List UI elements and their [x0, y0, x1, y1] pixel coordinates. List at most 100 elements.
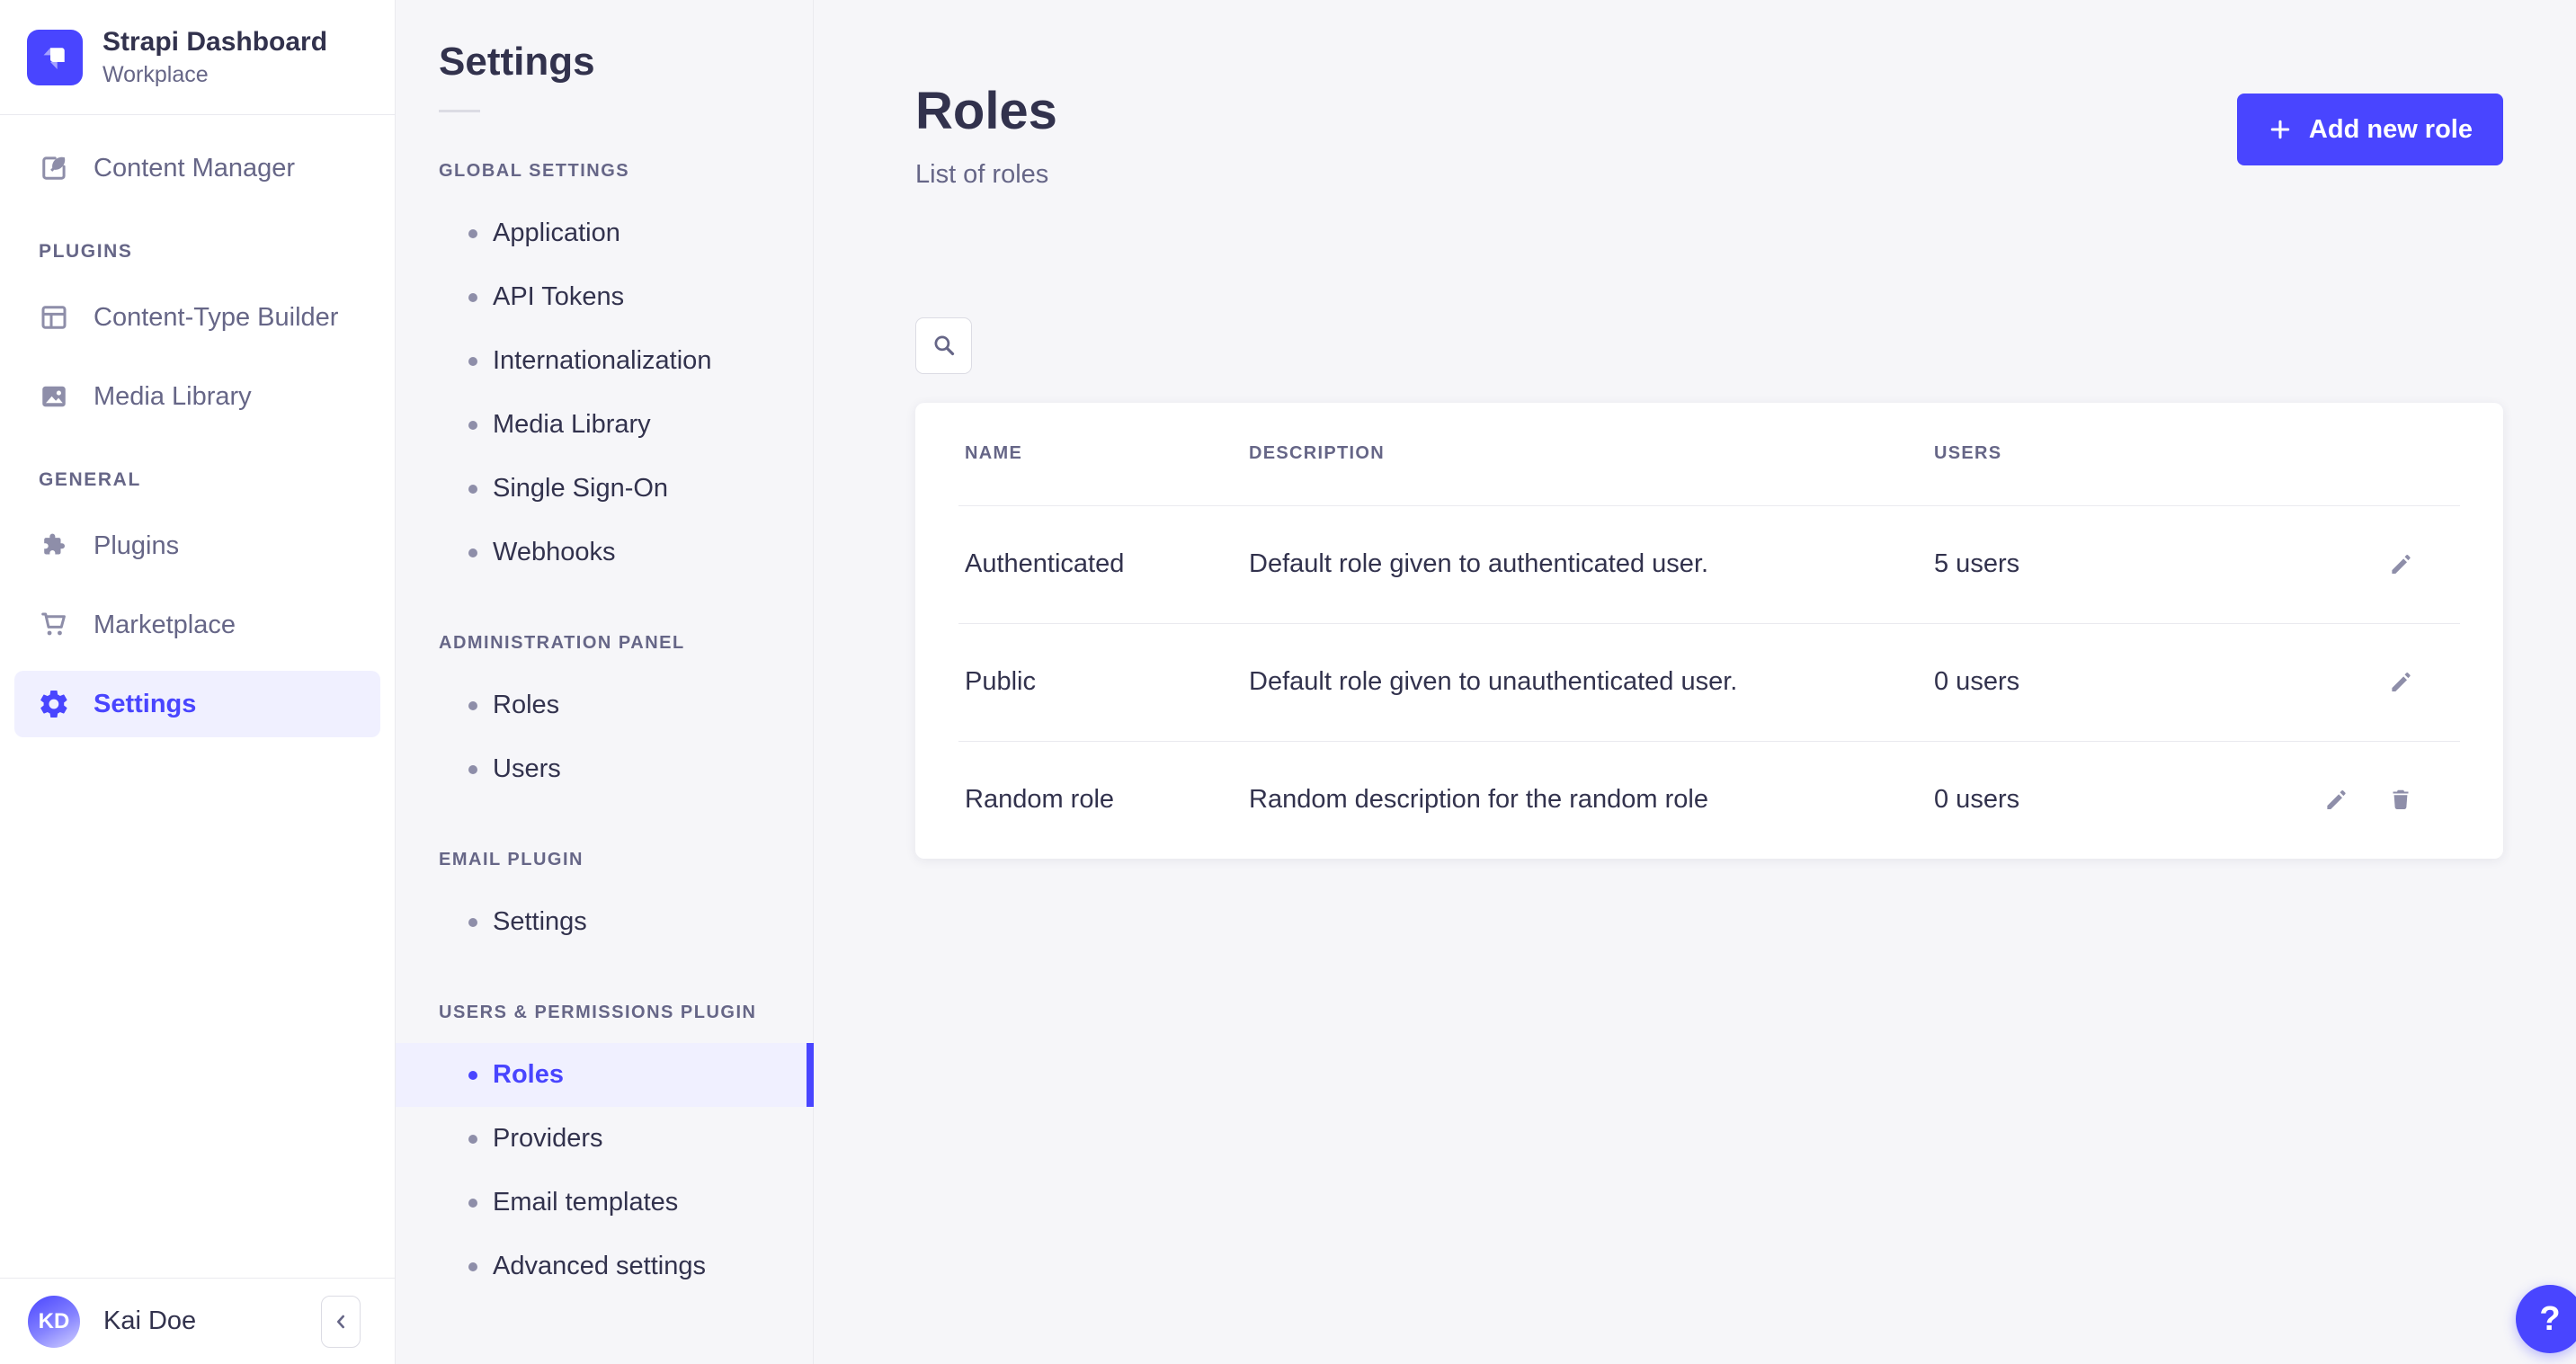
- feather-pen-icon: [38, 152, 70, 184]
- table-row-authenticated[interactable]: Authenticated Default role given to auth…: [915, 506, 2503, 623]
- bullet-icon: [468, 701, 477, 710]
- roles-table-card: NAME DESCRIPTION USERS Authenticated Def…: [915, 403, 2503, 859]
- pencil-icon: [2387, 551, 2414, 578]
- subnav-item-up-roles[interactable]: Roles: [396, 1043, 813, 1107]
- bullet-icon: [468, 765, 477, 774]
- subnav-item-label: Providers: [493, 1124, 603, 1154]
- role-name: Public: [965, 667, 1249, 697]
- bullet-icon: [468, 421, 477, 430]
- subnav-item-api-tokens[interactable]: API Tokens: [396, 265, 813, 329]
- subnav-item-label: Webhooks: [493, 538, 616, 567]
- subnav-item-media-library[interactable]: Media Library: [396, 393, 813, 457]
- column-header-description: DESCRIPTION: [1249, 443, 1934, 464]
- subnav-item-providers[interactable]: Providers: [396, 1107, 813, 1171]
- row-actions: [2321, 785, 2454, 816]
- sidebar-item-content-type-builder[interactable]: Content-Type Builder: [14, 284, 380, 351]
- role-description: Random description for the random role: [1249, 785, 1934, 815]
- page-title-block: Roles List of roles: [915, 83, 1057, 190]
- role-users-count: 0 users: [1934, 667, 2321, 697]
- settings-subnav: Settings GLOBAL SETTINGS Application API…: [396, 0, 814, 1364]
- subnav-item-label: Roles: [493, 1060, 564, 1090]
- sidebar-item-label: Content-Type Builder: [94, 303, 338, 333]
- subnav-item-email-templates[interactable]: Email templates: [396, 1171, 813, 1235]
- bullet-icon: [468, 918, 477, 927]
- sidebar-item-label: Plugins: [94, 531, 179, 561]
- row-actions: [2321, 549, 2454, 580]
- sidebar-item-label: Marketplace: [94, 611, 236, 640]
- table-row-random-role[interactable]: Random role Random description for the r…: [915, 742, 2503, 859]
- subnav-item-label: Users: [493, 754, 561, 784]
- layout-grid-icon: [38, 301, 70, 334]
- bullet-icon: [468, 1199, 477, 1208]
- bullet-icon: [468, 485, 477, 494]
- role-name: Authenticated: [965, 549, 1249, 579]
- workspace-brand[interactable]: Strapi Dashboard Workplace: [0, 0, 395, 115]
- delete-role-button[interactable]: [2385, 785, 2416, 816]
- page-subtitle: List of roles: [915, 160, 1057, 190]
- sidebar-item-label: Settings: [94, 690, 196, 719]
- table-row-public[interactable]: Public Default role given to unauthentic…: [915, 624, 2503, 741]
- subnav-item-admin-users[interactable]: Users: [396, 737, 813, 801]
- role-description: Default role given to authenticated user…: [1249, 549, 1934, 579]
- bullet-icon: [468, 357, 477, 366]
- trash-icon: [2387, 787, 2414, 814]
- pencil-icon: [2387, 669, 2414, 696]
- bullet-icon: [468, 1135, 477, 1144]
- subnav-section-email-plugin: EMAIL PLUGIN: [439, 850, 813, 870]
- subnav-item-internationalization[interactable]: Internationalization: [396, 329, 813, 393]
- main-nav-list: Content Manager PLUGINS Content-Type Bui…: [0, 115, 395, 1278]
- collapse-sidebar-button[interactable]: [321, 1296, 361, 1348]
- toolbar: [915, 317, 2576, 374]
- sidebar-item-media-library[interactable]: Media Library: [14, 363, 380, 430]
- edit-role-button[interactable]: [2385, 667, 2416, 698]
- sidebar-item-content-manager[interactable]: Content Manager: [14, 135, 380, 201]
- bullet-icon: [468, 548, 477, 557]
- plus-icon: [2268, 117, 2293, 142]
- search-icon: [931, 332, 958, 359]
- subnav-title-divider: [439, 110, 480, 112]
- subnav-item-label: Email templates: [493, 1188, 678, 1217]
- subnav-item-label: Roles: [493, 691, 559, 720]
- avatar[interactable]: KD: [28, 1296, 80, 1348]
- nav-section-general-label: GENERAL: [0, 469, 395, 491]
- subnav-item-label: Internationalization: [493, 346, 711, 376]
- subnav-item-application[interactable]: Application: [396, 201, 813, 265]
- sidebar-item-settings[interactable]: Settings: [14, 671, 380, 737]
- brand-texts: Strapi Dashboard Workplace: [103, 25, 327, 89]
- subnav-item-label: Advanced settings: [493, 1252, 706, 1281]
- cart-icon: [38, 609, 70, 641]
- subnav-item-label: Media Library: [493, 410, 651, 440]
- bullet-icon: [468, 229, 477, 238]
- subnav-section-administration-panel: ADMINISTRATION PANEL: [439, 633, 813, 654]
- sidebar-item-plugins[interactable]: Plugins: [14, 513, 380, 579]
- subnav-item-advanced-settings[interactable]: Advanced settings: [396, 1235, 813, 1298]
- sidebar-item-label: Media Library: [94, 382, 252, 412]
- active-indicator-bar: [807, 1043, 814, 1107]
- column-header-name: NAME: [965, 443, 1249, 464]
- add-new-role-button[interactable]: Add new role: [2237, 94, 2503, 165]
- subnav-section-users-permissions-plugin: USERS & PERMISSIONS PLUGIN: [439, 1003, 813, 1023]
- help-button[interactable]: ?: [2516, 1285, 2576, 1353]
- subnav-item-single-sign-on[interactable]: Single Sign-On: [396, 457, 813, 521]
- edit-role-button[interactable]: [2321, 785, 2351, 816]
- sidebar-footer: KD Kai Doe: [0, 1278, 395, 1364]
- image-icon: [38, 380, 70, 413]
- search-button[interactable]: [915, 317, 972, 374]
- column-header-users: USERS: [1934, 443, 2321, 464]
- subnav-section-global-settings: GLOBAL SETTINGS: [439, 161, 813, 182]
- subnav-title: Settings: [439, 40, 813, 85]
- bullet-icon: [468, 293, 477, 302]
- subnav-item-admin-roles[interactable]: Roles: [396, 673, 813, 737]
- role-users-count: 0 users: [1934, 785, 2321, 815]
- subnav-item-label: Application: [493, 218, 620, 248]
- add-new-role-label: Add new role: [2309, 115, 2473, 145]
- workspace-name: Workplace: [103, 61, 327, 89]
- chevron-left-icon: [329, 1310, 352, 1333]
- edit-role-button[interactable]: [2385, 549, 2416, 580]
- subnav-item-email-settings[interactable]: Settings: [396, 890, 813, 954]
- sidebar-item-label: Content Manager: [94, 154, 295, 183]
- main-sidebar: Strapi Dashboard Workplace Content Manag…: [0, 0, 396, 1364]
- sidebar-item-marketplace[interactable]: Marketplace: [14, 592, 380, 658]
- role-users-count: 5 users: [1934, 549, 2321, 579]
- subnav-item-webhooks[interactable]: Webhooks: [396, 521, 813, 584]
